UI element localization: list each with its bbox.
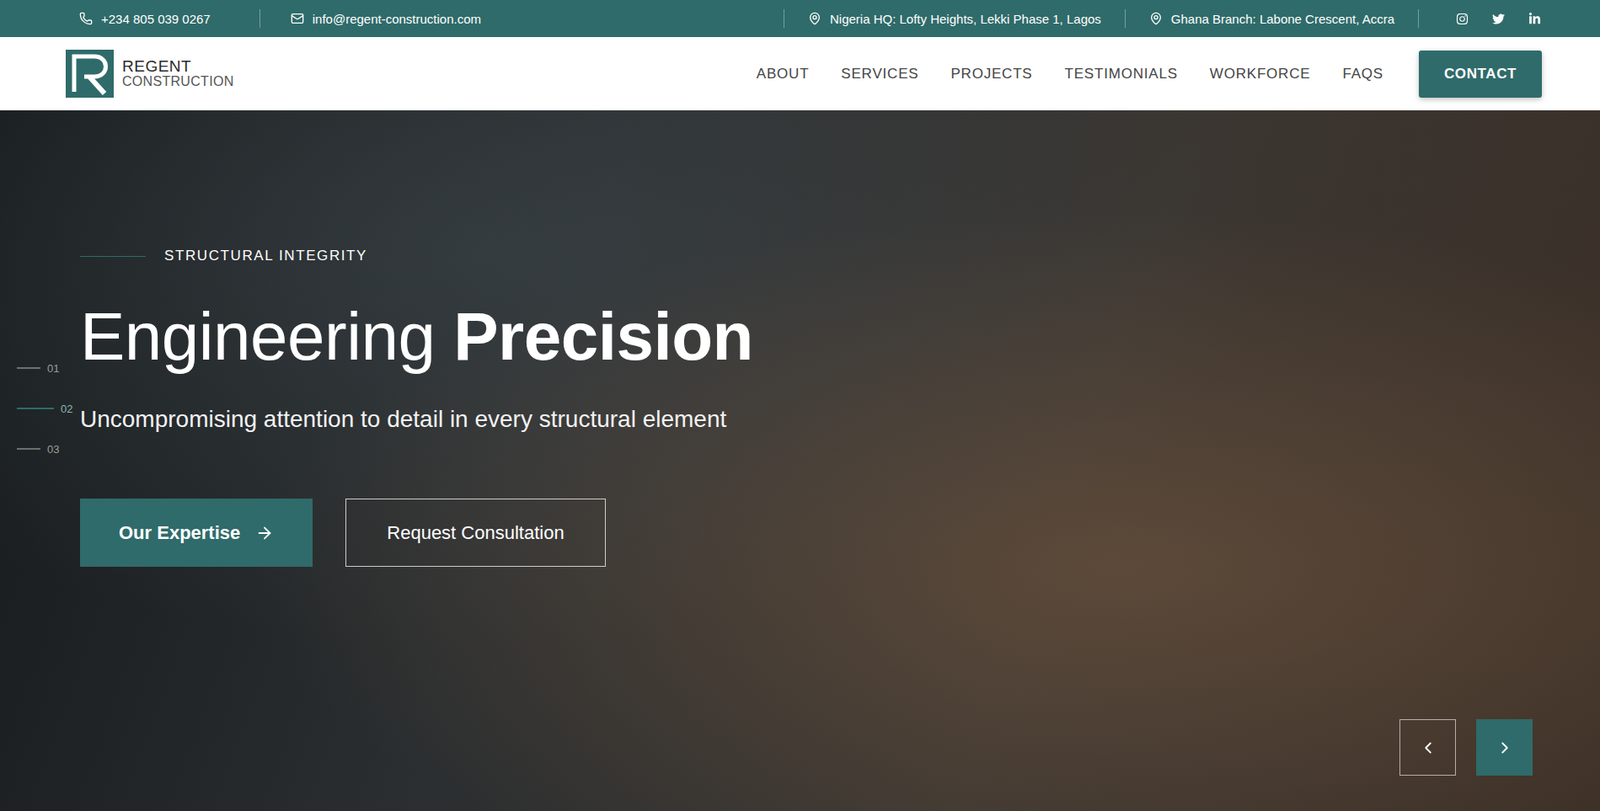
primary-button[interactable]: Our Expertise bbox=[80, 498, 313, 568]
nav-item[interactable]: SERVICES bbox=[840, 65, 919, 83]
top-bar: +234 805 039 0267info@regent-constructio… bbox=[0, 0, 1600, 38]
email[interactable]: info@regent-construction.com bbox=[234, 9, 505, 28]
twitter-icon bbox=[1492, 12, 1505, 26]
chevron-right-icon bbox=[1495, 738, 1515, 758]
map-pin-icon bbox=[1149, 11, 1163, 26]
hero-content: STRUCTURAL INTEGRITY Engineering Precisio… bbox=[0, 110, 1600, 568]
slide-indicators: 01 02 03 bbox=[16, 347, 73, 470]
slide-indicator[interactable]: 01 bbox=[16, 347, 73, 389]
instagram-link[interactable] bbox=[1455, 12, 1469, 26]
slide-line bbox=[16, 367, 41, 370]
divider bbox=[1418, 9, 1419, 28]
page: +234 805 039 0267info@regent-constructio… bbox=[0, 0, 1600, 811]
contact-group: +234 805 039 0267info@regent-constructio… bbox=[55, 0, 505, 38]
phone[interactable]: +234 805 039 0267 bbox=[55, 11, 235, 27]
linkedin-link[interactable] bbox=[1528, 12, 1542, 26]
eyebrow: STRUCTURAL INTEGRITY bbox=[80, 247, 368, 265]
nav-item[interactable]: WORKFORCE bbox=[1209, 65, 1312, 83]
map-pin-icon bbox=[808, 11, 822, 26]
divider bbox=[1124, 9, 1126, 28]
linkedin-icon bbox=[1528, 12, 1542, 26]
slide-indicator[interactable]: 02 bbox=[16, 388, 73, 429]
phone-icon bbox=[79, 11, 93, 26]
slide-indicator[interactable]: 03 bbox=[16, 428, 73, 470]
logo-icon bbox=[65, 49, 114, 98]
location-group: Nigeria HQ: Lofty Heights, Lekki Phase 1… bbox=[783, 0, 1542, 38]
slide-line bbox=[16, 407, 54, 410]
eyebrow-line bbox=[80, 256, 146, 257]
arrow-right-icon bbox=[255, 524, 274, 543]
logo[interactable]: REGENTCONSTRUCTION bbox=[65, 49, 234, 98]
nav-item[interactable]: TESTIMONIALS bbox=[1064, 65, 1178, 83]
nav-item[interactable]: ABOUT bbox=[756, 65, 810, 83]
hero-title: Engineering Precision bbox=[80, 298, 754, 376]
outline-button[interactable]: Request Consultation bbox=[345, 498, 605, 568]
location[interactable]: Nigeria HQ: Lofty Heights, Lekki Phase 1… bbox=[784, 11, 1125, 27]
nav-item[interactable]: FAQS bbox=[1342, 65, 1384, 83]
next-button[interactable] bbox=[1476, 719, 1533, 776]
slider-arrows bbox=[1399, 719, 1533, 776]
slide-number: 03 bbox=[47, 443, 59, 456]
twitter-link[interactable] bbox=[1492, 12, 1505, 26]
nav-item[interactable]: PROJECTS bbox=[950, 65, 1033, 83]
logo-tagline: CONSTRUCTION bbox=[122, 74, 234, 90]
contact-button[interactable]: CONTACT bbox=[1418, 50, 1542, 98]
divider bbox=[783, 9, 785, 28]
location[interactable]: Ghana Branch: Labone Crescent, Accra bbox=[1125, 11, 1419, 27]
prev-button[interactable] bbox=[1399, 719, 1456, 776]
divider bbox=[259, 9, 261, 28]
slide-number: 01 bbox=[47, 362, 59, 375]
logo-name: REGENT bbox=[122, 58, 234, 75]
instagram-icon bbox=[1455, 12, 1469, 26]
slide-line bbox=[16, 448, 41, 450]
slide-number: 02 bbox=[60, 402, 73, 416]
hero-buttons: Our Expertise Request Consultation bbox=[80, 498, 606, 568]
hero-subtitle: Uncompromising attention to detail in ev… bbox=[80, 404, 727, 435]
nav-list: ABOUT SERVICES PROJECTS TESTIMONIALS WORKFOR… bbox=[756, 50, 1542, 98]
navbar: REGENTCONSTRUCTION ABOUT SERVICES PROJECTS T… bbox=[0, 37, 1600, 111]
hero: STRUCTURAL INTEGRITY Engineering Precisio… bbox=[0, 110, 1600, 811]
socials bbox=[1418, 12, 1542, 26]
logo-text: REGENTCONSTRUCTION bbox=[122, 58, 234, 90]
mail-icon bbox=[290, 11, 305, 26]
chevron-left-icon bbox=[1418, 738, 1438, 758]
